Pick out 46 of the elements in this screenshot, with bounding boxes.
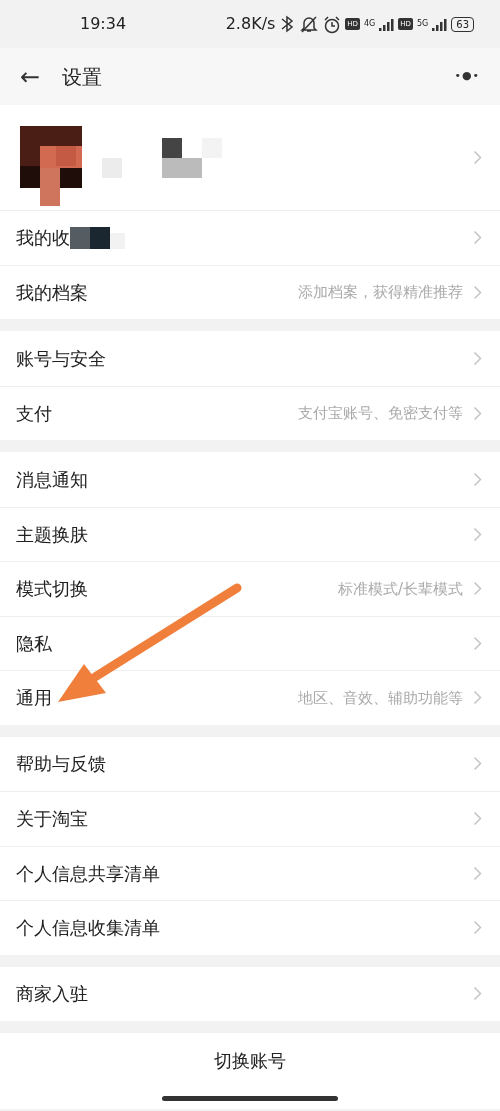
network-type: 4G	[364, 20, 376, 28]
row-hint: 地区、音效、辅助功能等	[298, 687, 463, 709]
page-title: 设置	[62, 63, 103, 91]
row-hint: 支付宝账号、免密支付等	[298, 403, 463, 424]
signal-icon	[432, 17, 448, 31]
signal-icon	[379, 17, 395, 31]
row-label: 账号与安全	[16, 346, 106, 371]
chevron-icon	[473, 690, 482, 706]
row-label: 关于淘宝	[16, 807, 88, 832]
chevron-icon	[473, 526, 482, 542]
chevron-icon	[473, 230, 482, 246]
row-label: 支付	[16, 401, 52, 426]
chevron-icon	[473, 865, 482, 881]
alarm-icon	[323, 14, 342, 34]
row-label: 隐私	[16, 631, 52, 656]
row-hint: 添加档案，获得精准推荐	[298, 282, 463, 303]
row-label: 个人信息共享清单	[16, 861, 160, 886]
row-label: 我的档案	[16, 280, 88, 305]
chevron-icon	[473, 150, 482, 165]
status-time: 19:34	[80, 13, 127, 35]
chevron-icon	[473, 811, 482, 827]
row-label: 消息通知	[16, 467, 88, 492]
row-label: 帮助与反馈	[16, 752, 106, 777]
chevron-icon	[473, 986, 482, 1002]
row-label: 通用	[16, 686, 52, 711]
battery-indicator: 63	[451, 16, 474, 32]
chevron-icon	[473, 581, 482, 597]
row-label: 商家入驻	[16, 982, 88, 1007]
row-hint: 标准模式/长辈模式	[337, 578, 463, 600]
mute-icon	[299, 14, 320, 34]
chevron-icon	[473, 284, 482, 300]
network-speed: 2.8K/s	[225, 13, 276, 35]
chevron-icon	[473, 471, 482, 487]
more-button[interactable]: •●•	[454, 68, 480, 85]
bluetooth-icon	[279, 14, 296, 34]
chevron-icon	[473, 756, 482, 772]
chevron-icon	[473, 635, 482, 651]
row-label: 个人信息收集清单	[16, 916, 160, 941]
row-label: 我的收	[16, 226, 70, 251]
chevron-icon	[473, 405, 482, 421]
back-button[interactable]: ←	[20, 64, 41, 89]
row-label: 模式切换	[16, 577, 88, 602]
chevron-icon	[473, 350, 482, 366]
network-type: 5G	[416, 20, 429, 28]
chevron-icon	[473, 920, 482, 936]
row-label: 主题换肤	[16, 522, 88, 547]
